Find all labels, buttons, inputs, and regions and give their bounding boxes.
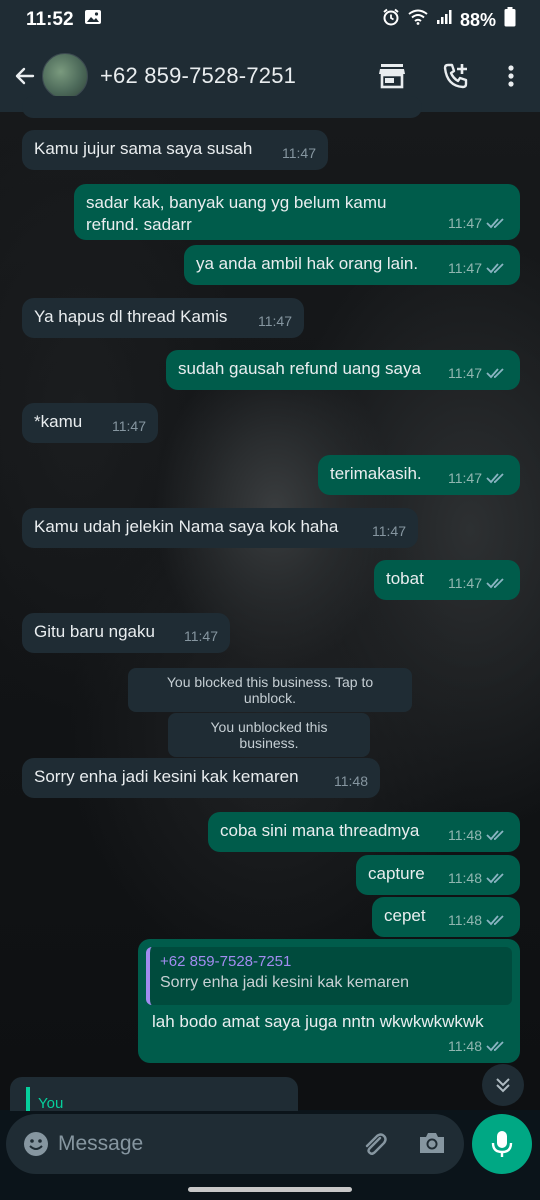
- message-bubble-outgoing[interactable]: sadar kak, banyak uang yg belum kamu ref…: [74, 184, 520, 240]
- read-ticks-icon: [486, 578, 504, 589]
- message-text: cepet: [384, 906, 426, 925]
- message-time: 11:47: [184, 628, 218, 644]
- read-ticks-icon: [486, 915, 504, 926]
- message-bubble-incoming[interactable]: *kamu 11:47: [22, 403, 158, 443]
- message-time: 11:47: [112, 418, 146, 434]
- alarm-icon: [382, 8, 400, 32]
- message-time: 11:47: [448, 212, 508, 234]
- read-ticks-icon: [486, 368, 504, 379]
- message-time: 11:47: [448, 257, 508, 279]
- message-time: 11:47: [282, 145, 316, 161]
- message-bubble-incoming[interactable]: Kamu udah jelekin Nama saya kok haha 11:…: [22, 508, 418, 548]
- status-time: 11:52: [26, 9, 74, 30]
- scroll-down-button[interactable]: [482, 1064, 524, 1106]
- message-composer: [6, 1114, 464, 1174]
- message-bubble-partial: [22, 96, 422, 118]
- avatar[interactable]: [42, 53, 88, 99]
- quote-text: Sorry enha jadi kesini kak kemaren: [160, 974, 410, 991]
- message-time: 11:47: [258, 313, 292, 329]
- back-arrow-icon[interactable]: [8, 56, 42, 96]
- camera-icon[interactable]: [418, 1130, 446, 1156]
- attach-icon[interactable]: [360, 1130, 388, 1158]
- status-bar: 11:52 88%: [0, 0, 540, 40]
- gallery-icon: [84, 9, 102, 31]
- message-input[interactable]: [58, 1132, 318, 1156]
- message-text: *kamu: [34, 412, 83, 431]
- add-call-icon[interactable]: [440, 60, 472, 92]
- message-text: sudah gausah refund uang saya: [178, 359, 421, 378]
- message-text: tobat: [386, 569, 424, 588]
- message-bubble-outgoing[interactable]: coba sini mana threadmya 11:48: [208, 812, 520, 852]
- message-bubble-outgoing[interactable]: ya anda ambil hak orang lain. 11:47: [184, 245, 520, 285]
- store-icon[interactable]: [376, 60, 408, 92]
- message-bubble-outgoing[interactable]: capture 11:48: [356, 855, 520, 895]
- message-bubble-reply[interactable]: +62 859-7528-7251 Sorry enha jadi kesini…: [138, 939, 520, 1063]
- system-notice-unblocked: You unblocked this business.: [168, 713, 370, 757]
- message-text: Sorry enha jadi kesini kak kemaren: [34, 767, 299, 786]
- message-text: lah bodo amat saya juga nntn wkwkwkwkwk: [152, 1012, 484, 1031]
- quoted-message[interactable]: +62 859-7528-7251 Sorry enha jadi kesini…: [146, 947, 512, 1005]
- message-time: 11:48: [334, 773, 368, 789]
- message-text: terimakasih.: [330, 464, 422, 483]
- quote-bar: [26, 1087, 30, 1111]
- message-bubble-outgoing[interactable]: tobat 11:47: [374, 560, 520, 600]
- message-bubble-incoming[interactable]: Gitu baru ngaku 11:47: [22, 613, 230, 653]
- message-text: Kamu jujur sama saya susah: [34, 139, 253, 158]
- system-notice-blocked[interactable]: You blocked this business. Tap to unbloc…: [128, 668, 412, 712]
- message-time: 11:48: [448, 867, 508, 889]
- read-ticks-icon: [486, 873, 504, 884]
- message-time: 11:48: [448, 824, 508, 846]
- message-time: 11:48: [448, 1035, 508, 1057]
- read-ticks-icon: [486, 1041, 504, 1052]
- quote-author: +62 859-7528-7251: [160, 953, 292, 970]
- message-text: capture: [368, 864, 425, 883]
- emoji-icon[interactable]: [22, 1130, 50, 1158]
- message-text: sadar kak, banyak uang yg belum kamu ref…: [86, 193, 387, 234]
- battery-icon: [504, 7, 516, 33]
- message-bubble-incoming[interactable]: Kamu jujur sama saya susah 11:47: [22, 130, 328, 170]
- navigation-handle[interactable]: [188, 1187, 352, 1192]
- read-ticks-icon: [486, 473, 504, 484]
- message-text: Kamu udah jelekin Nama saya kok haha: [34, 517, 339, 536]
- message-time: 11:47: [448, 572, 508, 594]
- message-text: Gitu baru ngaku: [34, 622, 155, 641]
- message-time: 11:47: [448, 467, 508, 489]
- wifi-icon: [408, 9, 428, 31]
- message-time: 11:47: [448, 362, 508, 384]
- message-bubble-partial[interactable]: You: [10, 1077, 298, 1111]
- message-bubble-outgoing[interactable]: cepet 11:48: [372, 897, 520, 937]
- message-bubble-outgoing[interactable]: sudah gausah refund uang saya 11:47: [166, 350, 520, 390]
- mic-icon: [491, 1131, 513, 1157]
- message-text: ya anda ambil hak orang lain.: [196, 254, 419, 273]
- more-vert-icon[interactable]: [495, 60, 527, 92]
- double-chevron-down-icon: [496, 1078, 510, 1093]
- message-bubble-incoming[interactable]: Ya hapus dl thread Kamis 11:47: [22, 298, 304, 338]
- message-bubble-outgoing[interactable]: terimakasih. 11:47: [318, 455, 520, 495]
- read-ticks-icon: [486, 830, 504, 841]
- read-ticks-icon: [486, 218, 504, 229]
- mic-button[interactable]: [472, 1114, 532, 1174]
- message-time: 11:47: [372, 523, 406, 539]
- signal-icon: [436, 9, 452, 31]
- message-text: Ya hapus dl thread Kamis: [34, 307, 228, 326]
- quote-author: You: [38, 1095, 64, 1111]
- message-time: 11:48: [448, 909, 508, 931]
- read-ticks-icon: [486, 263, 504, 274]
- battery-percent: 88%: [459, 9, 496, 30]
- message-bubble-incoming[interactable]: Sorry enha jadi kesini kak kemaren 11:48: [22, 758, 380, 798]
- contact-name[interactable]: +62 859-7528-7251: [100, 63, 296, 89]
- message-text: coba sini mana threadmya: [220, 821, 420, 840]
